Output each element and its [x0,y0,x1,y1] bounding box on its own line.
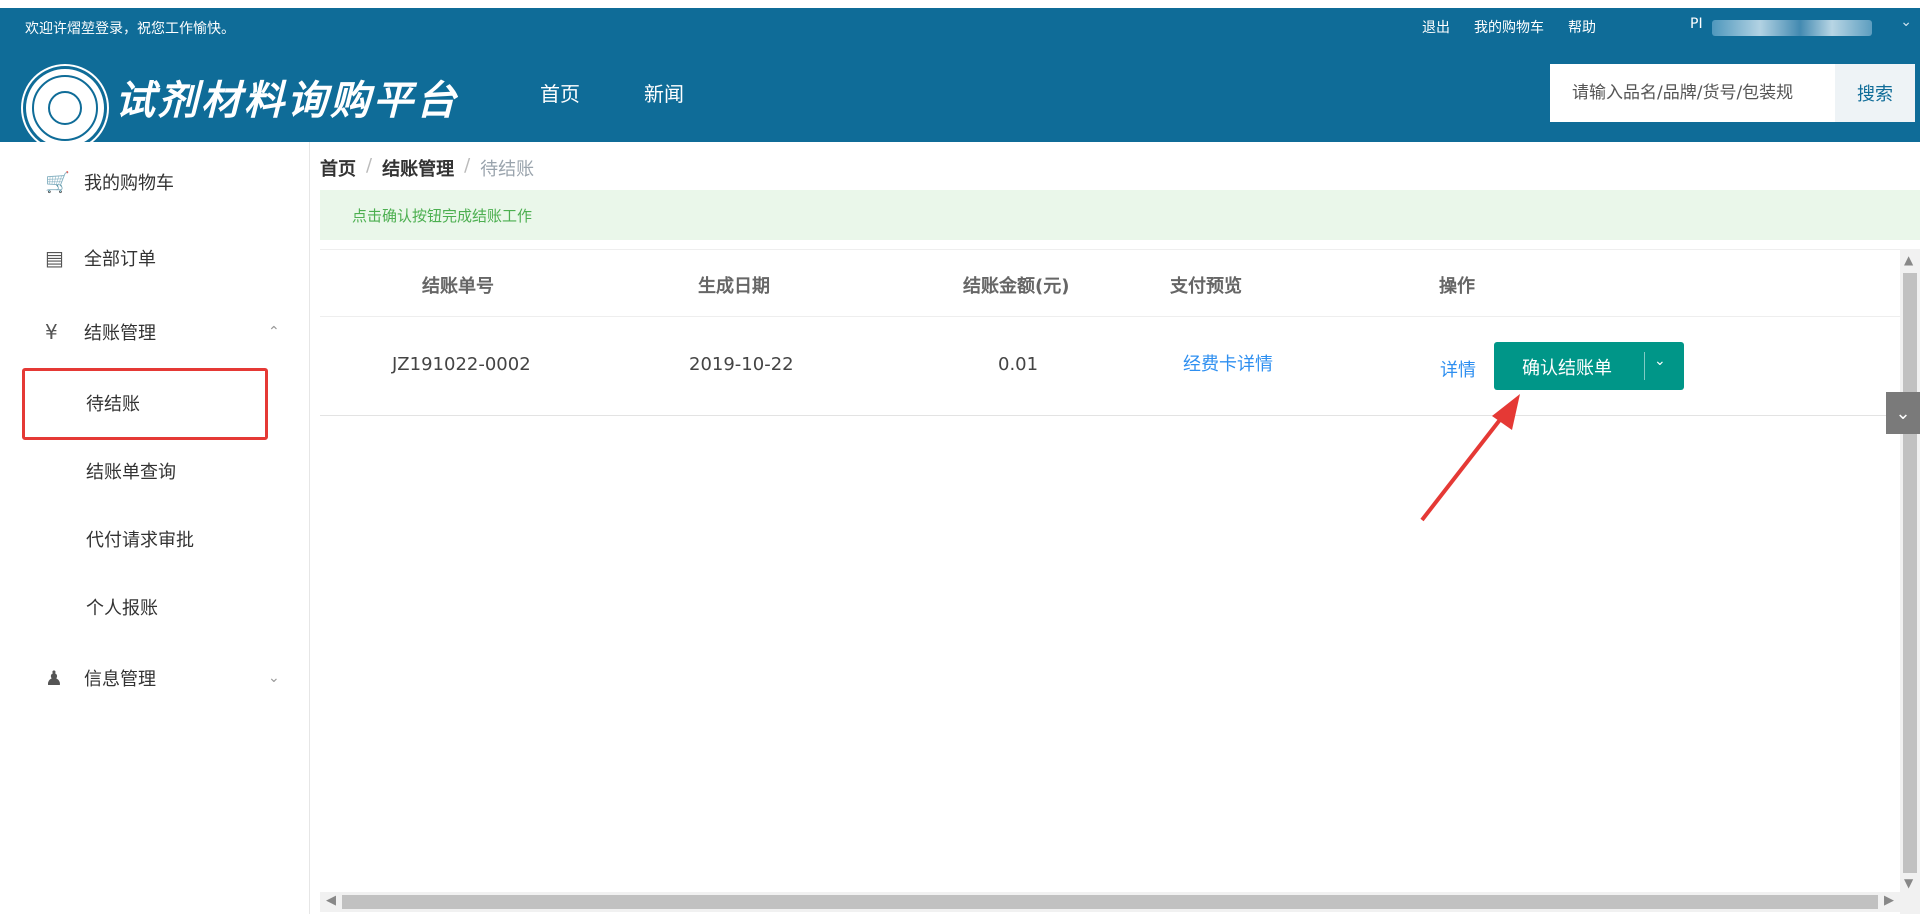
sidebar-subitem-statement-query[interactable]: 结账单查询 [86,458,176,484]
alert-text: 点击确认按钮完成结账工作 [352,206,533,225]
column-header: 结账单号 [422,276,494,297]
statement-table: 结账单号 生成日期 结账金额(元) 支付预览 操作 JZ191022-0002 … [320,249,1920,914]
my-cart-link[interactable]: 我的购物车 [1474,17,1544,37]
horizontal-scroll-thumb[interactable] [342,895,1878,909]
statement-id: JZ191022-0002 [392,354,531,375]
info-alert: 点击确认按钮完成结账工作 [320,190,1920,240]
redacted-username [1712,20,1872,36]
breadcrumb-current: 待结账 [480,159,535,180]
breadcrumb: 首页 / 结账管理 / 待结账 [320,155,534,181]
scroll-right-icon[interactable]: ▶ [1884,893,1894,908]
user-icon: ♟ [45,666,63,690]
sidebar-subitem-payment-approval[interactable]: 代付请求审批 [86,526,194,552]
confirm-statement-label: 确认结账单 [1522,358,1612,379]
scroll-left-icon[interactable]: ◀ [326,893,336,908]
column-header: 操作 [1439,276,1475,297]
breadcrumb-separator: / [366,155,373,176]
user-menu[interactable]: PI ⌄ [1690,14,1920,40]
sidebar-item-info[interactable]: ♟ 信息管理 ⌄ [0,658,310,698]
sidebar-item-label: 我的购物车 [84,173,174,194]
top-header: 欢迎许熠堃登录，祝您工作愉快。 退出 我的购物车 帮助 PI ⌄ 试剂材料询购平… [0,0,1920,150]
collapse-toggle-chevron-icon[interactable]: ⌄ [1886,392,1920,434]
horizontal-scrollbar[interactable]: ◀ ▶ [320,892,1900,912]
sidebar-item-orders[interactable]: ▤ 全部订单 [0,238,310,278]
clipboard-icon: ▤ [45,246,64,270]
breadcrumb-home[interactable]: 首页 [320,155,356,181]
sidebar-subitem-personal-reimburse[interactable]: 个人报账 [86,594,158,620]
site-title: 试剂材料询购平台 [115,77,459,124]
breadcrumb-separator: / [464,155,471,176]
sidebar-item-billing[interactable]: ¥ 结账管理 ⌃ [0,312,310,352]
funding-card-details-link[interactable]: 经费卡详情 [1183,350,1273,376]
search-input[interactable] [1550,64,1835,122]
column-header: 生成日期 [698,276,770,297]
chevron-up-icon: ⌃ [268,324,280,340]
chevron-down-icon[interactable]: ⌄ [1900,14,1912,30]
scroll-down-icon[interactable]: ▼ [1904,876,1913,890]
sidebar-item-label: 信息管理 [84,669,156,690]
button-divider [1644,352,1645,380]
breadcrumb-billing[interactable]: 结账管理 [382,155,454,181]
sidebar-item-label: 结账管理 [84,323,156,344]
vertical-scrollbar[interactable]: ▲ ▼ [1900,249,1920,914]
nav-home[interactable]: 首页 [540,78,580,107]
search-box [1550,64,1840,122]
scroll-up-icon[interactable]: ▲ [1904,253,1913,267]
top-links: 退出 我的购物车 帮助 [1422,12,1620,42]
logout-link[interactable]: 退出 [1422,17,1450,37]
moneybag-icon: ¥ [45,320,58,344]
column-header: 结账金额(元) [963,276,1070,297]
chevron-down-icon: ⌄ [268,670,280,686]
welcome-text: 欢迎许熠堃登录，祝您工作愉快。 [25,21,235,37]
user-name: PI [1690,16,1703,32]
cart-icon: 🛒 [45,170,70,194]
statement-date: 2019-10-22 [689,354,794,375]
detail-link[interactable]: 详情 [1440,356,1476,382]
statement-amount: 0.01 [998,354,1039,375]
sidebar: 🛒 我的购物车 ▤ 全部订单 ¥ 结账管理 ⌃ 待结账 结账单查询 代付请求审批… [0,142,310,914]
help-link[interactable]: 帮助 [1568,17,1596,37]
search-button[interactable]: 搜索 [1835,64,1915,122]
header-divider [320,316,1900,317]
column-header: 支付预览 [1170,276,1242,297]
confirm-statement-button[interactable]: 确认结账单 ⌄ [1494,342,1684,390]
highlight-annotation-box [22,368,268,440]
university-logo [23,66,107,150]
chevron-down-icon[interactable]: ⌄ [1654,353,1666,369]
row-divider [320,415,1900,416]
sidebar-item-label: 全部订单 [84,249,156,270]
top-edge [0,0,1920,8]
sidebar-item-cart[interactable]: 🛒 我的购物车 [0,162,310,202]
main-nav: 首页 新闻 [540,78,748,107]
nav-news[interactable]: 新闻 [644,78,684,107]
annotation-arrow [1420,394,1520,522]
vertical-scroll-thumb[interactable] [1903,273,1917,873]
